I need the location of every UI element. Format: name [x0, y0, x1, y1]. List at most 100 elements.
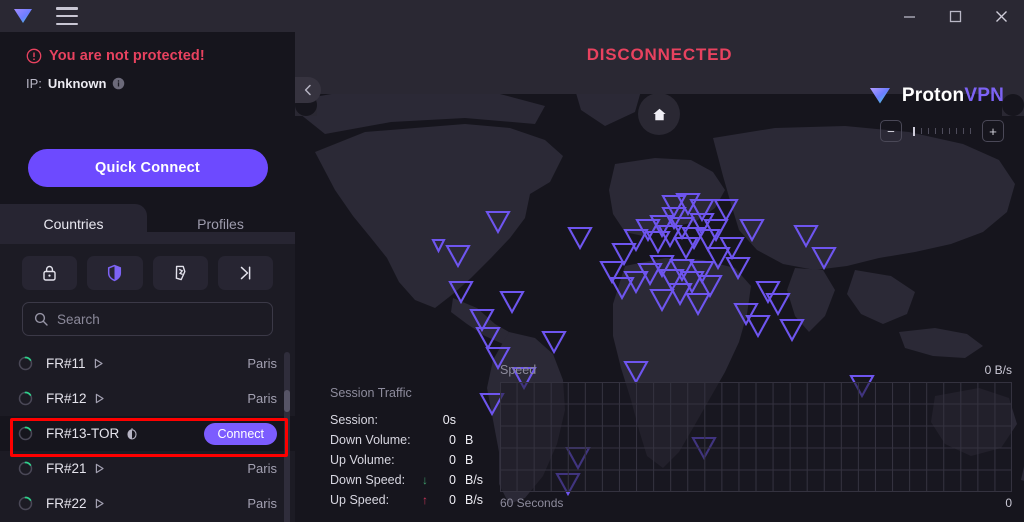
traffic-unit: B/s	[465, 473, 484, 487]
brand-wordmark: ProtonVPN	[902, 85, 1004, 107]
traffic-row-up-volume: Up Volume: 0 B	[330, 450, 505, 470]
server-load-ring-icon	[18, 461, 33, 476]
zoom-tick	[935, 128, 936, 134]
upload-arrow-icon: ↑	[422, 493, 428, 507]
ip-label: IP:	[26, 76, 42, 91]
zoom-tick	[956, 128, 957, 134]
plus-play-icon	[93, 358, 104, 369]
server-load-ring-icon	[18, 496, 33, 511]
traffic-row-session: Session: 0s	[330, 410, 505, 430]
server-city: Paris	[247, 496, 277, 511]
proton-logo-icon	[14, 9, 32, 23]
traffic-value: 0	[449, 453, 456, 467]
plus-play-icon	[94, 498, 105, 509]
search-icon	[34, 312, 48, 326]
speed-chart: Speed 0 B/s 60 Seconds 0	[500, 363, 1012, 510]
traffic-unit: B	[465, 453, 474, 467]
title-bar	[0, 0, 1024, 32]
traffic-row-up-speed: Up Speed: ↑ 0 B/s	[330, 490, 505, 510]
server-name: FR#22	[46, 496, 87, 511]
plus-play-icon	[94, 463, 105, 474]
zoom-tick	[949, 128, 950, 134]
zoom-tick	[970, 128, 971, 134]
ip-value: Unknown	[47, 76, 107, 91]
traffic-label: Down Speed:	[330, 473, 406, 487]
protection-status-text: You are not protected!	[49, 48, 205, 64]
speed-chart-header: Speed 0 B/s	[500, 363, 1012, 377]
tab-countries[interactable]: Countries	[0, 204, 147, 244]
zoom-tick	[921, 128, 922, 134]
search-row	[0, 290, 295, 346]
connect-button[interactable]: Connect	[204, 422, 277, 445]
speed-chart-ymax-label: 0 B/s	[984, 363, 1012, 377]
brand-name-vpn: VPN	[964, 85, 1004, 106]
traffic-unit: B/s	[465, 493, 484, 507]
download-arrow-icon: ↓	[422, 473, 428, 487]
speed-chart-xlabel: 60 Seconds	[500, 496, 564, 510]
info-icon[interactable]	[112, 77, 125, 90]
server-row-fr11[interactable]: FR#11 Paris	[0, 346, 295, 381]
server-row-fr13-tor[interactable]: FR#13-TOR Connect	[0, 416, 295, 451]
brand-name-proton: Proton	[901, 85, 965, 106]
search-input[interactable]	[57, 311, 261, 327]
sidebar-collapse-button[interactable]	[295, 77, 321, 103]
traffic-row-down-speed: Down Speed: ↓ 0 B/s	[330, 470, 505, 490]
scrollbar-thumb[interactable]	[284, 390, 290, 412]
traffic-row-down-volume: Down Volume: 0 B	[330, 430, 505, 450]
quick-connect-button[interactable]: Quick Connect	[27, 149, 268, 187]
warning-exclamation-icon	[26, 48, 42, 64]
p2p-icon[interactable]	[152, 256, 208, 290]
protonvpn-brand: ProtonVPN	[866, 82, 1004, 110]
filter-button-row	[0, 244, 295, 290]
server-row-fr12[interactable]: FR#12 Paris	[0, 381, 295, 416]
secure-core-lock-icon[interactable]	[22, 256, 78, 290]
zoom-tick	[963, 128, 964, 134]
server-location-triangle-marker	[745, 314, 771, 339]
traffic-value: 0s	[442, 413, 456, 427]
quick-connect-area: Quick Connect	[0, 132, 295, 204]
header-notch-right	[1002, 94, 1024, 116]
window-controls	[886, 0, 1024, 32]
server-list: FR#11 Paris FR#12 Paris FR#13-TOR Connec…	[0, 346, 295, 522]
server-row-fr21[interactable]: FR#21 Paris	[0, 451, 295, 486]
server-city: Paris	[247, 391, 277, 406]
server-name: FR#11	[46, 356, 86, 371]
speed-chart-ymin-label: 0	[1005, 496, 1012, 510]
server-list-scrollbar[interactable]	[284, 352, 290, 522]
home-icon	[652, 108, 666, 120]
plus-play-icon	[94, 393, 105, 404]
speed-chart-footer: 60 Seconds 0	[500, 496, 1012, 510]
search-box[interactable]	[22, 302, 273, 336]
traffic-unit: B	[465, 433, 474, 447]
tor-skip-icon[interactable]	[217, 256, 273, 290]
server-location-triangle-marker	[567, 226, 593, 251]
server-location-triangle-marker	[779, 318, 805, 343]
netshield-shield-icon[interactable]	[87, 256, 143, 290]
traffic-value: 0	[449, 493, 456, 507]
zoom-in-button[interactable]: +	[982, 120, 1004, 142]
zoom-tick	[928, 128, 929, 134]
sidebar-tabs: Countries Profiles	[0, 204, 295, 244]
minimize-button[interactable]	[886, 0, 932, 32]
protection-status-line: You are not protected!	[26, 48, 295, 64]
speed-chart-title: Speed	[500, 363, 537, 377]
protection-status-block: You are not protected! IP: Unknown	[0, 32, 295, 132]
tab-profiles[interactable]: Profiles	[147, 204, 294, 244]
maximize-button[interactable]	[932, 0, 978, 32]
server-name: FR#13-TOR	[46, 426, 120, 441]
server-row-fr22[interactable]: FR#22 Paris	[0, 486, 295, 521]
traffic-label: Session:	[330, 413, 378, 427]
home-button[interactable]	[638, 93, 680, 135]
close-button[interactable]	[978, 0, 1024, 32]
protonvpn-window: You are not protected! IP: Unknown Quick…	[0, 0, 1024, 522]
zoom-out-button[interactable]: −	[880, 120, 902, 142]
speed-chart-grid	[500, 382, 1012, 492]
traffic-label: Down Volume:	[330, 433, 411, 447]
ip-line: IP: Unknown	[26, 76, 295, 91]
server-location-triangle-marker	[499, 290, 525, 315]
hamburger-menu-icon[interactable]	[56, 7, 78, 25]
traffic-value: 0	[449, 433, 456, 447]
server-load-ring-icon	[18, 426, 33, 441]
zoom-slider-track[interactable]	[907, 126, 977, 136]
session-traffic-title: Session Traffic	[330, 386, 412, 400]
